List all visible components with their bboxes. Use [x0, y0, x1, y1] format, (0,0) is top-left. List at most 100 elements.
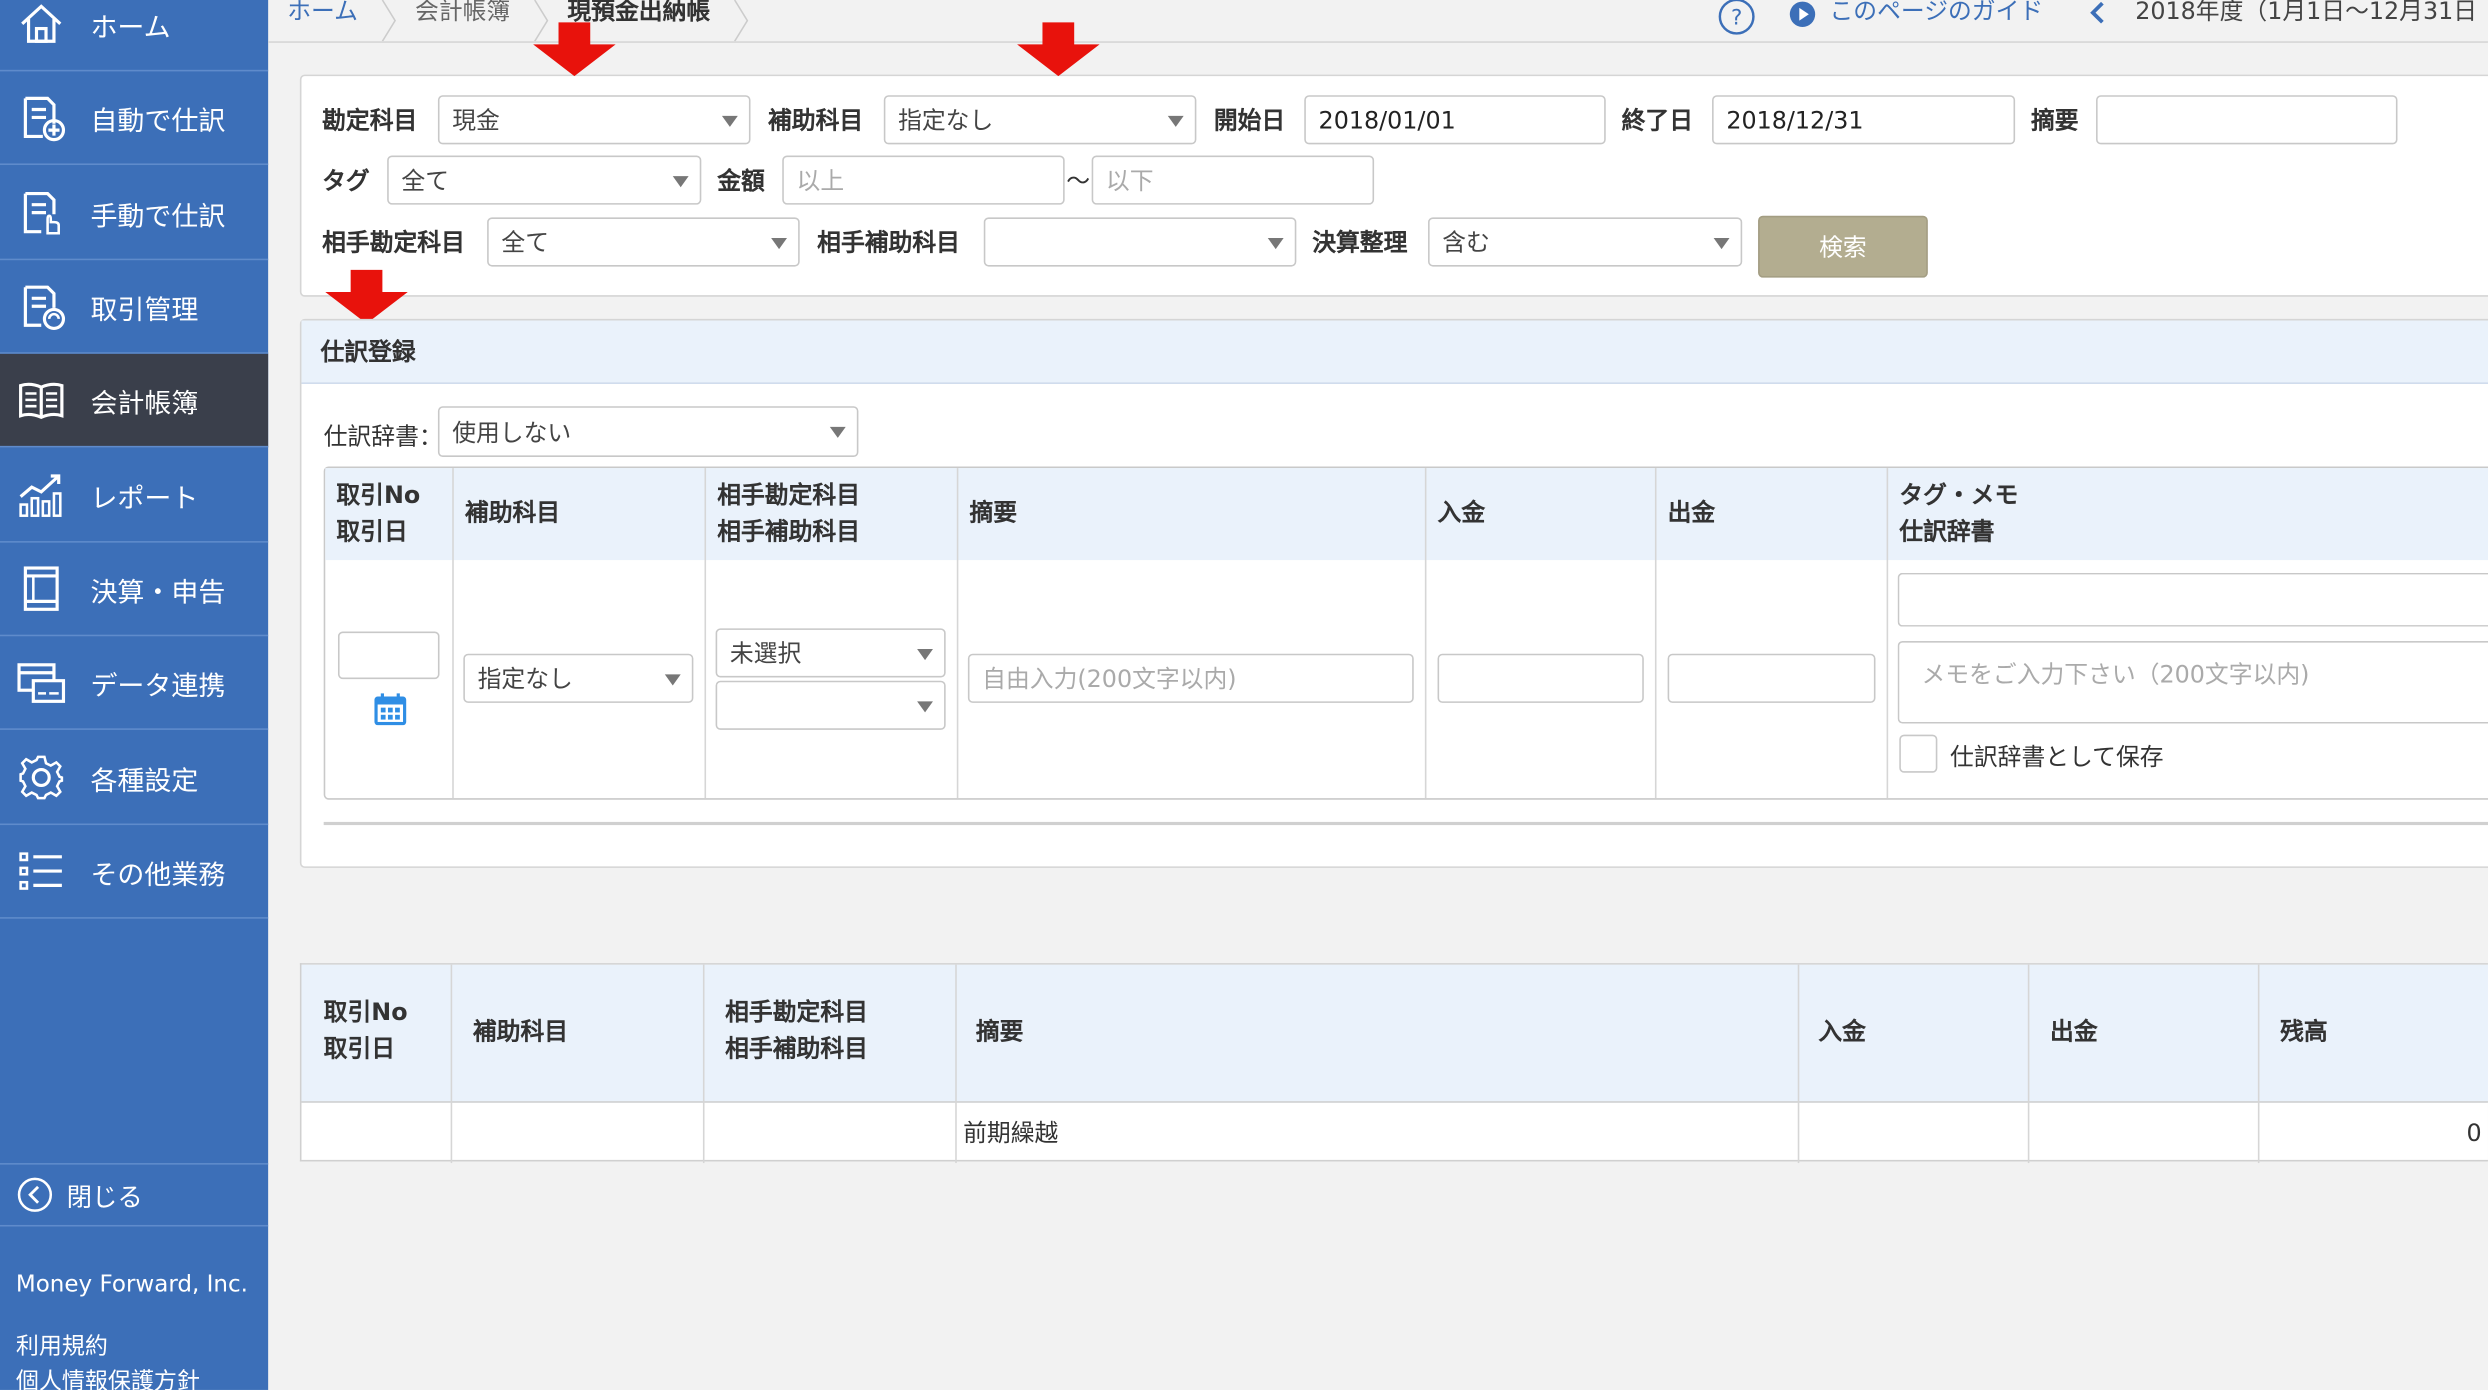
col-header-partner: 相手勘定科目 相手補助科目 [717, 480, 861, 546]
transaction-no-input[interactable] [337, 631, 440, 680]
ledger-header-balance: 残高 [2280, 1017, 2328, 1046]
sidebar-close-button[interactable]: 閉じる [0, 1163, 269, 1227]
partner-account-select[interactable]: 全て [487, 217, 800, 267]
annotation-arrow-icon [325, 269, 408, 324]
sidebar-item-label: その他業務 [90, 859, 226, 891]
start-date-input[interactable]: 2018/01/01 [1304, 95, 1606, 145]
sidebar-item-ledger[interactable]: 会計帳簿 [0, 353, 269, 448]
chevron-down-icon [1167, 115, 1184, 127]
ledger-header-withdrawal: 出金 [2050, 1017, 2098, 1046]
sub-account-select[interactable]: 指定なし [883, 95, 1197, 145]
end-date-input[interactable]: 2018/12/31 [1712, 95, 2016, 145]
column-divider [452, 468, 454, 799]
journal-entry-header [301, 320, 2488, 384]
entry-tag-input[interactable] [1897, 572, 2488, 627]
column-divider [1424, 468, 1427, 799]
closing-select-value: 含む [1442, 228, 1490, 258]
annotation-arrow-icon [533, 22, 616, 77]
sidebar-item-manual-journal[interactable]: 手動で仕訳 [0, 167, 269, 261]
help-icon[interactable]: ? [1717, 0, 1757, 36]
sidebar-item-report[interactable]: レポート [0, 449, 269, 543]
column-divider [704, 468, 707, 799]
col-header-deposit: 入金 [1437, 498, 1486, 527]
terms-link[interactable]: 利用規約 [16, 1328, 108, 1361]
ledger-table-header [301, 964, 2488, 1103]
ledger-header-sub-account: 補助科目 [472, 1017, 569, 1046]
entry-partner-account-select[interactable]: 未選択 [715, 628, 946, 678]
memo-input[interactable] [2096, 95, 2398, 145]
entry-deposit-input[interactable] [1437, 653, 1644, 703]
list-icon [16, 846, 67, 897]
sidebar-item-tax-filing[interactable]: 決算・申告 [0, 543, 269, 637]
amount-range-separator: 〜 [1066, 166, 1091, 196]
memo-label: 摘要 [2030, 106, 2079, 135]
col-header-tag-memo: タグ・メモ 仕訳辞書 [1899, 480, 2019, 546]
sidebar-item-other-business[interactable]: その他業務 [0, 825, 269, 919]
ledger-table: 取引No 取引日 補助科目 相手勘定科目 相手補助科目 摘要 入金 出金 残高 前期… [299, 963, 2488, 1164]
col-header-sub-account: 補助科目 [464, 498, 561, 527]
amount-max-input[interactable]: 以下 [1091, 155, 1375, 205]
entry-withdrawal-input[interactable] [1667, 653, 1876, 703]
col-header-no: 取引No 取引日 [336, 480, 421, 546]
dictionary-select[interactable]: 使用しない [437, 406, 859, 457]
chevron-left-icon[interactable] [2088, 0, 2107, 25]
sidebar-item-auto-journal[interactable]: 自動で仕訳 [0, 71, 269, 166]
sidebar-item-label: ホーム [90, 11, 171, 44]
journal-entry-table-header [325, 468, 2488, 561]
sidebar-item-settings[interactable]: 各種設定 [0, 731, 269, 826]
tag-label: タグ [322, 166, 370, 196]
breadcrumb-home[interactable]: ホーム [268, 0, 396, 42]
breadcrumb: ホーム 会計帳簿 現預金出納帳 [268, 0, 748, 42]
partner-account-select-value: 全て [501, 228, 550, 258]
entry-sub-account-select[interactable]: 指定なし [463, 653, 694, 703]
partner-sub-account-select[interactable] [983, 217, 1297, 267]
company-name: Money Forward, Inc. [15, 1272, 248, 1298]
calendar-icon[interactable] [371, 690, 409, 728]
entry-memo-input[interactable]: 自由入力(200文字以内) [967, 653, 1414, 703]
sidebar-item-data-link[interactable]: データ連携 [0, 636, 269, 730]
sidebar-item-label: データ連携 [90, 670, 226, 703]
amount-min-input[interactable]: 以上 [782, 155, 1065, 205]
sidebar-item-home[interactable]: ホーム [0, 0, 269, 72]
auto-journal-icon [16, 92, 67, 143]
chevron-down-icon [721, 115, 738, 127]
home-icon [16, 0, 67, 49]
chevron-down-icon [917, 700, 933, 712]
account-select[interactable]: 現金 [437, 95, 751, 145]
chevron-down-icon [771, 237, 788, 249]
search-button[interactable]: 検索 [1758, 215, 1928, 278]
ledger-row-balance: 0 [2466, 1118, 2482, 1148]
ledger-header-deposit: 入金 [1818, 1017, 1866, 1046]
page-guide-link[interactable]: このページのガイド [1829, 0, 2043, 23]
column-divider [1654, 468, 1657, 799]
column-divider [1886, 468, 1889, 799]
dictionary-select-value: 使用しない [452, 418, 572, 447]
breadcrumb-label: 会計帳簿 [415, 0, 511, 26]
sidebar: ホーム 自動で仕訳 手動で仕訳 取引管理 会計帳簿 レポート 決算・申告 データ… [0, 0, 269, 1390]
close-label: 閉じる [66, 1182, 143, 1213]
entry-partner-account-value: 未選択 [729, 639, 802, 669]
topbar-right: ? このページのガイド 2018年度（1月1日〜12月31日 [1717, 0, 2477, 36]
sidebar-item-label: 各種設定 [90, 765, 199, 798]
save-dictionary-label: 仕訳辞書として保存 [1950, 742, 2164, 772]
column-divider [702, 964, 705, 1164]
entry-note-textarea[interactable]: メモをご入力下さい（200文字以内) [1897, 641, 2488, 724]
journal-entry-table: 取引No 取引日 補助科目 相手勘定科目 相手補助科目 摘要 入金 出金 タグ・メモ… [323, 466, 2488, 800]
entry-partner-sub-account-select[interactable] [715, 680, 946, 730]
start-date-label: 開始日 [1213, 106, 1286, 135]
chevron-down-icon [672, 175, 689, 187]
sub-account-select-value: 指定なし [898, 106, 994, 135]
column-divider [955, 964, 957, 1164]
search-panel: 勘定科目 現金 補助科目 指定なし 開始日 2018/01/01 終了日 201… [299, 74, 2488, 297]
gear-icon [16, 752, 67, 803]
ledger-header-partner: 相手勘定科目 相手補助科目 [725, 998, 868, 1064]
column-divider [956, 468, 959, 799]
ledger-row-memo: 前期繰越 [963, 1118, 1059, 1148]
sidebar-item-transactions[interactable]: 取引管理 [0, 260, 269, 354]
sidebar-item-label: 決算・申告 [90, 576, 226, 609]
tag-select[interactable]: 全て [387, 155, 702, 205]
save-dictionary-checkbox[interactable] [1899, 734, 1938, 773]
closing-select[interactable]: 含む [1428, 217, 1743, 267]
privacy-policy-link[interactable]: 個人情報保護方針 [16, 1363, 200, 1390]
breadcrumb-ledger[interactable]: 会計帳簿 [396, 0, 548, 42]
